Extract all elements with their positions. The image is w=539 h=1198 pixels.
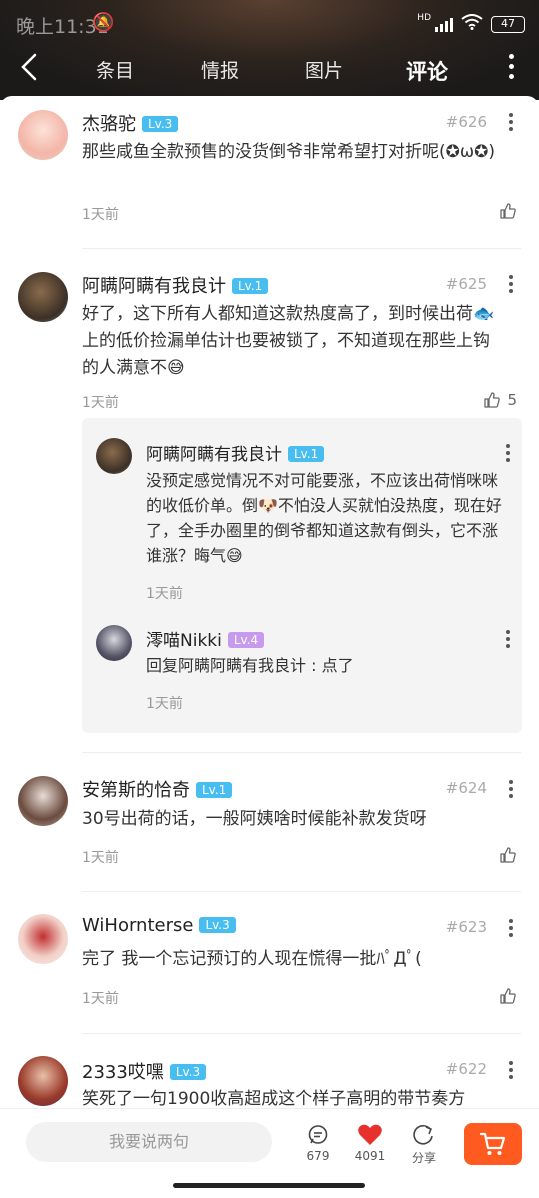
comment-text: 完了 我一个忘记预订的人现在慌得一批ﾊﾟДﾟ( <box>82 949 422 969</box>
likes-count: 4091 <box>354 1149 386 1163</box>
comment-time: 1天前 <box>82 991 119 1007</box>
like-button[interactable] <box>499 846 517 864</box>
more-icon[interactable] <box>506 444 510 465</box>
reply-time: 1天前 <box>146 696 183 712</box>
avatar[interactable] <box>18 914 68 964</box>
signal-icon <box>435 16 453 32</box>
share-button[interactable]: 分享 <box>399 1123 449 1166</box>
floor-number: #622 <box>445 1060 487 1078</box>
tab-images[interactable]: 图片 <box>305 56 343 83</box>
floor-number: #625 <box>445 275 487 293</box>
floor-number: #624 <box>445 779 487 797</box>
more-options-icon[interactable] <box>509 54 515 84</box>
divider <box>82 891 521 892</box>
avatar[interactable] <box>96 625 132 661</box>
divider <box>82 1033 521 1034</box>
username[interactable]: 安第斯的恰奇 Lv.1 <box>82 776 233 802</box>
more-icon[interactable] <box>509 919 513 940</box>
thumb-up-icon <box>500 203 516 219</box>
reply-time: 1天前 <box>146 586 183 602</box>
floor-number: #623 <box>445 918 487 936</box>
thumb-up-icon <box>484 392 501 408</box>
top-header: 晚上11:31 🔕 HD 47 条目 情报 图片 评论 <box>0 0 539 100</box>
share-label: 分享 <box>411 1151 436 1165</box>
like-button[interactable]: 5 <box>483 391 517 409</box>
divider <box>82 248 521 249</box>
username[interactable]: 2333哎嘿 Lv.3 <box>82 1058 207 1084</box>
battery-icon: 47 <box>491 15 525 33</box>
nav-bar: 条目 情报 图片 评论 <box>0 44 539 100</box>
username[interactable]: WiHornterse Lv.3 <box>82 915 236 936</box>
level-badge: Lv.3 <box>142 116 179 132</box>
comment-text: 好了，这下所有人都知道这款热度高了，到时候出荷🐟上的低价捡漏单估计也要被锁了，不… <box>82 304 495 378</box>
avatar[interactable] <box>18 110 68 160</box>
like-button[interactable] <box>499 987 517 1005</box>
reply-username[interactable]: 阿瞒阿瞒有我良计 Lv.1 <box>146 440 325 465</box>
more-icon[interactable] <box>509 113 513 134</box>
thumb-up-icon <box>500 847 516 863</box>
level-badge: Lv.3 <box>169 1064 207 1080</box>
reply-text: 回复阿瞒阿瞒有我良计 : 点了 <box>146 656 354 675</box>
like-count: 5 <box>507 391 517 409</box>
bell-muted-icon: 🔕 <box>92 12 115 33</box>
comment-text: 那些咸鱼全款预售的没货倒爷非常希望打对折呢(✪ω✪) <box>82 142 495 162</box>
status-icons: HD 47 <box>417 13 525 34</box>
avatar[interactable] <box>18 1056 68 1106</box>
divider <box>82 752 521 753</box>
cart-icon <box>479 1132 506 1155</box>
more-icon[interactable] <box>509 275 513 296</box>
comment-input[interactable]: 我要说两句 <box>26 1122 272 1162</box>
avatar[interactable] <box>96 438 132 474</box>
status-bar: 晚上11:31 🔕 HD 47 <box>0 0 539 44</box>
avatar[interactable] <box>18 776 68 826</box>
heart-icon <box>345 1123 395 1147</box>
comments-count: 679 <box>306 1149 330 1163</box>
avatar[interactable] <box>18 272 68 322</box>
level-badge: Lv.3 <box>199 917 236 933</box>
level-badge: Lv.1 <box>196 782 233 798</box>
cart-button[interactable] <box>464 1123 522 1165</box>
username[interactable]: 杰骆驼 Lv.3 <box>82 110 179 136</box>
comment-time: 1天前 <box>82 850 119 866</box>
floor-number: #626 <box>445 113 487 131</box>
comment-text: 30号出荷的话，一般阿姨啥时候能补款发货呀 <box>82 809 427 829</box>
tab-comments[interactable]: 评论 <box>406 56 448 100</box>
thumb-up-icon <box>500 988 516 1004</box>
more-icon[interactable] <box>506 630 510 651</box>
more-icon[interactable] <box>509 780 513 801</box>
comment-time: 1天前 <box>82 207 119 223</box>
comment-time: 1天前 <box>82 395 119 411</box>
reply-text: 没预定感觉情况不对可能要涨，不应该出荷悄咪咪的收低价单。倒🐶不怕没人买就怕没热度… <box>146 471 502 565</box>
level-badge: Lv.1 <box>288 446 325 462</box>
comment-text: 笑死了一句1900收高超成这个样子高明的带节奏方 <box>82 1089 466 1108</box>
back-icon[interactable] <box>20 52 38 90</box>
tab-news[interactable]: 情报 <box>201 56 239 83</box>
more-icon[interactable] <box>509 1061 513 1082</box>
share-icon <box>399 1123 449 1147</box>
hd-label: HD <box>417 13 431 23</box>
tab-entry[interactable]: 条目 <box>96 56 134 83</box>
username[interactable]: 阿瞒阿瞒有我良计 Lv.1 <box>82 272 269 298</box>
like-button[interactable] <box>499 202 517 220</box>
reply-thread: 阿瞒阿瞒有我良计 Lv.1 没预定感觉情况不对可能要涨，不应该出荷悄咪咪的收低价单… <box>82 418 522 733</box>
comments-button[interactable]: 679 <box>293 1123 343 1163</box>
level-badge: Lv.4 <box>227 632 265 648</box>
comment-bubble-icon <box>293 1123 343 1147</box>
reply-username[interactable]: 澪喵Nikki Lv.4 <box>146 626 265 651</box>
wifi-icon <box>461 14 483 34</box>
home-indicator[interactable] <box>173 1183 365 1188</box>
level-badge: Lv.1 <box>232 278 269 294</box>
like-total-button[interactable]: 4091 <box>345 1123 395 1163</box>
comment-list[interactable]: 杰骆驼 Lv.3 #626 那些咸鱼全款预售的没货倒爷非常希望打对折呢(✪ω✪) … <box>0 96 539 1108</box>
